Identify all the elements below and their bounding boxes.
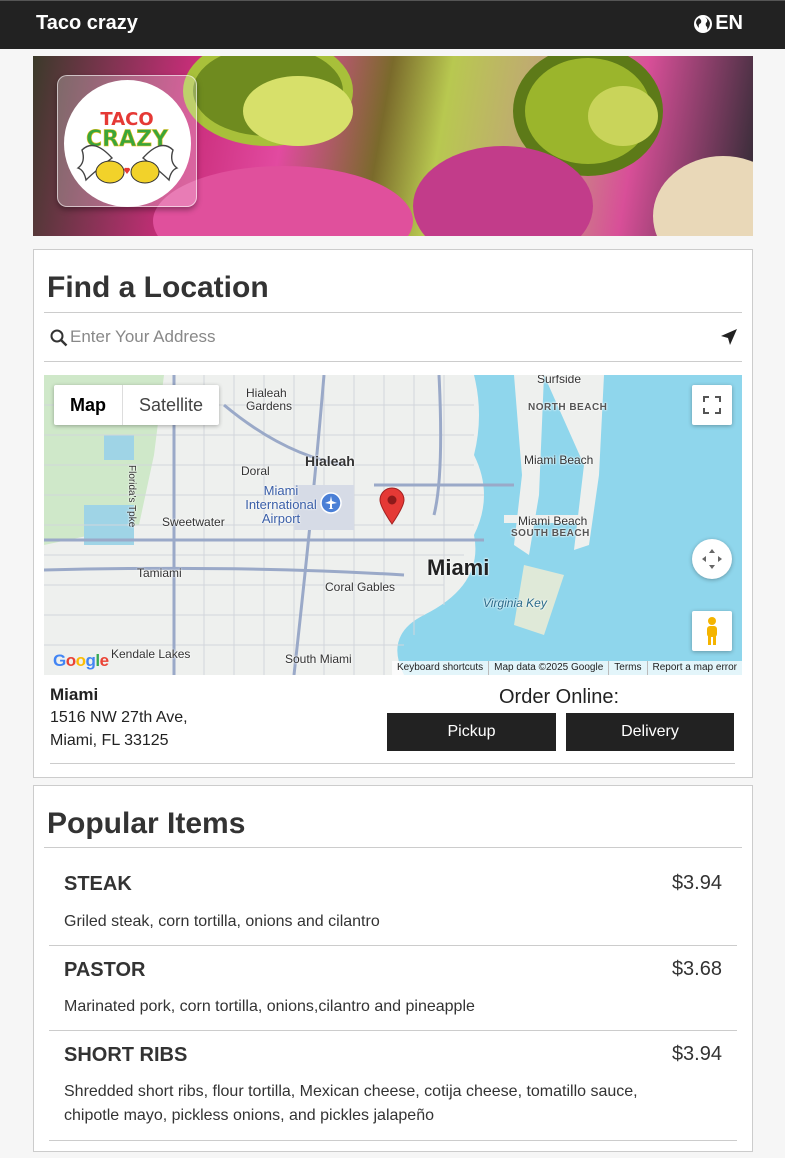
item-description: Griled steak, corn tortilla, onions and … bbox=[64, 913, 380, 930]
camera-control-button[interactable] bbox=[692, 539, 732, 579]
street-view-pegman[interactable] bbox=[692, 611, 732, 651]
location-pin-icon[interactable] bbox=[379, 487, 405, 525]
address-input[interactable] bbox=[70, 322, 700, 352]
taco-crazy-logo: TACO CRAZY bbox=[64, 80, 191, 207]
map-label-north-beach: NORTH BEACH bbox=[528, 402, 608, 413]
map-label-kendale-lakes: Kendale Lakes bbox=[111, 647, 191, 661]
map-label-virginia-key: Virginia Key bbox=[483, 596, 547, 610]
item-price: $3.68 bbox=[671, 958, 722, 980]
map-label-tamiami: Tamiami bbox=[137, 566, 182, 580]
hero-banner: TACO CRAZY bbox=[33, 56, 753, 236]
address-line-2: Miami, FL 33125 bbox=[50, 732, 169, 749]
top-navbar: Taco crazy EN bbox=[0, 0, 785, 49]
popular-items-panel: Popular Items STEAK $3.94 Griled steak, … bbox=[33, 785, 753, 1152]
pickup-button[interactable]: Pickup bbox=[387, 713, 556, 751]
terms-link[interactable]: Terms bbox=[608, 661, 646, 675]
map-label-sweetwater: Sweetwater bbox=[162, 515, 225, 529]
item-description: Shredded short ribs, flour tortilla, Mex… bbox=[64, 1083, 638, 1124]
map-label-coral-gables: Coral Gables bbox=[325, 580, 396, 594]
map-label-miami: Miami bbox=[427, 555, 490, 580]
address-line-1: 1516 NW 27th Ave, bbox=[50, 709, 188, 726]
language-label: EN bbox=[715, 12, 743, 34]
address-search bbox=[44, 312, 742, 362]
move-arrows-icon bbox=[702, 549, 722, 569]
menu-item[interactable]: SHORT RIBS $3.94 Shredded short ribs, fl… bbox=[49, 1031, 737, 1141]
google-logo: Google bbox=[53, 651, 109, 670]
fullscreen-button[interactable] bbox=[692, 385, 732, 425]
locate-arrow-icon[interactable] bbox=[720, 328, 738, 346]
map-label-south-miami: South Miami bbox=[285, 652, 352, 666]
map-type-satellite[interactable]: Satellite bbox=[123, 385, 219, 425]
map-label-hialeah: Hialeah bbox=[305, 453, 355, 469]
item-price: $3.94 bbox=[671, 872, 722, 894]
item-name: SHORT RIBS bbox=[64, 1044, 188, 1066]
delivery-button[interactable]: Delivery bbox=[566, 713, 734, 751]
map-data-text: Map data ©2025 Google bbox=[488, 661, 608, 675]
item-name: PASTOR bbox=[64, 959, 146, 981]
logo-frame: TACO CRAZY bbox=[57, 75, 197, 207]
divider bbox=[50, 763, 735, 764]
item-description: Marinated pork, corn tortilla, onions,ci… bbox=[64, 998, 475, 1015]
language-selector[interactable]: EN bbox=[693, 12, 743, 35]
map-label-south-beach: SOUTH BEACH bbox=[511, 528, 590, 539]
popular-items-title: Popular Items bbox=[47, 807, 246, 840]
pegman-icon bbox=[707, 617, 717, 645]
find-location-panel: Find a Location Enter Your Address Map S… bbox=[33, 249, 753, 778]
map-type-control: Map Satellite bbox=[54, 385, 220, 425]
map-label-doral: Doral bbox=[241, 464, 270, 478]
search-icon bbox=[50, 329, 68, 347]
keyboard-shortcuts-link[interactable]: Keyboard shortcuts bbox=[392, 661, 488, 675]
location-map[interactable]: Map Satellite Miami Hialeah Hialeah Gard… bbox=[44, 375, 742, 675]
map-label-surfside: Surfside bbox=[537, 375, 582, 386]
menu-item[interactable]: STEAK $3.94 Griled steak, corn tortilla,… bbox=[49, 848, 737, 946]
map-type-map[interactable]: Map bbox=[54, 385, 123, 425]
map-label-airport: Miami International Airport bbox=[245, 483, 317, 526]
item-price: $3.94 bbox=[671, 1043, 722, 1065]
brand-title[interactable]: Taco crazy bbox=[36, 12, 138, 35]
find-location-title: Find a Location bbox=[47, 271, 269, 304]
report-map-error-link[interactable]: Report a map error bbox=[646, 661, 742, 675]
map-label-miami-beach: Miami Beach bbox=[524, 453, 594, 467]
map-attribution: Keyboard shortcuts Map data ©2025 Google… bbox=[391, 661, 742, 675]
order-online-label: Order Online: bbox=[499, 686, 620, 708]
item-name: STEAK bbox=[64, 873, 132, 895]
fullscreen-icon bbox=[703, 396, 721, 414]
map-label-miami-beach-south: Miami Beach bbox=[518, 514, 588, 528]
map-label-hialeah-gardens: Hialeah Gardens bbox=[246, 386, 293, 413]
location-name: Miami bbox=[50, 685, 99, 704]
menu-item[interactable]: PASTOR $3.68 Marinated pork, corn tortil… bbox=[49, 946, 737, 1031]
map-label-florida-tpke: Florida's Tpke bbox=[126, 465, 137, 528]
globe-icon bbox=[694, 14, 713, 33]
